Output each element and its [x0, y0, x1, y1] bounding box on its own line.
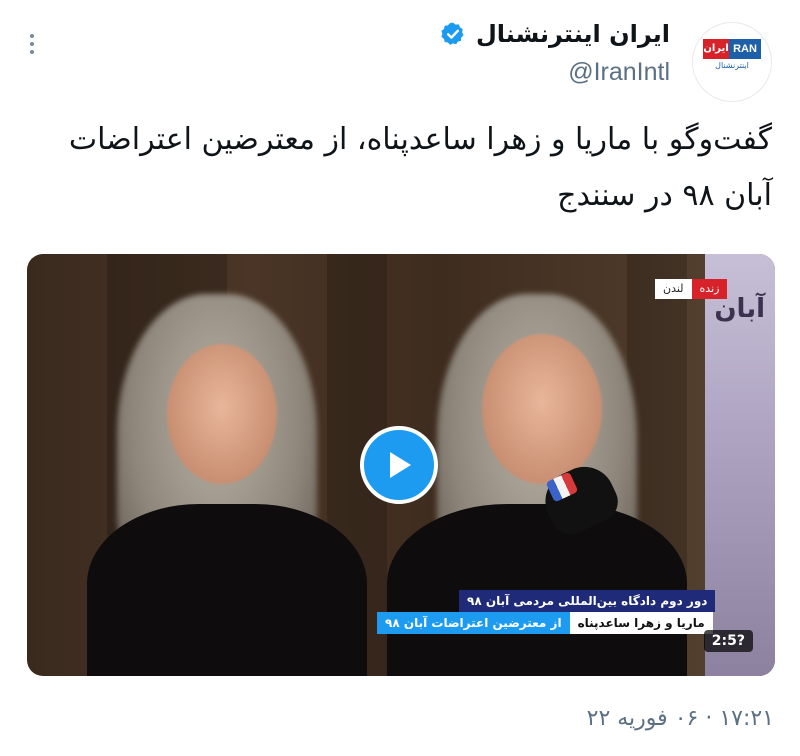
account-name-row[interactable]: ایران اینترنشنال	[440, 20, 670, 48]
tweet-timestamp[interactable]: ۱۷:۲۱ · ۰۶ فوریه ۲۲	[587, 706, 774, 731]
tweet-text-line-1: گفت‌وگو با ماریا و زهرا ساعدپناه، از معت…	[68, 122, 772, 157]
live-city: لندن	[655, 279, 692, 299]
play-button[interactable]	[360, 426, 438, 504]
tweet-text: گفت‌وگو با ماریا و زهرا ساعدپناه، از معت…	[32, 112, 772, 224]
logo-red-text: ایران	[703, 39, 729, 59]
logo-subtitle: اینترنشنال	[715, 61, 749, 70]
account-handle[interactable]: @IranIntl	[568, 58, 670, 87]
video-player[interactable]: آبان لندن زنده دور دوم دادگاه بین‌المللی…	[27, 254, 775, 676]
video-duration: 2:5?	[703, 630, 753, 652]
person-left	[87, 294, 367, 676]
brand-logo: ایران RAN اینترنشنال	[703, 39, 761, 85]
lower-third-caption: ماریا و زهرا ساعدپناه از معترضین اعتراضا…	[377, 612, 713, 634]
lower-third-title: دور دوم دادگاه بین‌المللی مردمی آبان ۹۸	[459, 590, 716, 612]
avatar[interactable]: ایران RAN اینترنشنال	[692, 22, 772, 102]
lower-third-name: ماریا و زهرا ساعدپناه	[569, 612, 713, 634]
live-badge: لندن زنده	[655, 279, 728, 299]
background-poster: آبان	[705, 254, 775, 676]
play-icon	[390, 452, 411, 478]
account-display-name: ایران اینترنشنال	[475, 20, 670, 48]
live-tag: زنده	[691, 279, 728, 299]
verified-badge-icon	[441, 22, 464, 45]
logo-blue-text: RAN	[729, 39, 761, 59]
lower-third-desc: از معترضین اعتراضات آبان ۹۸	[377, 612, 570, 634]
more-options-icon[interactable]	[30, 34, 34, 54]
tweet-text-line-2: آبان ۹۸ در سنندج	[557, 178, 772, 213]
